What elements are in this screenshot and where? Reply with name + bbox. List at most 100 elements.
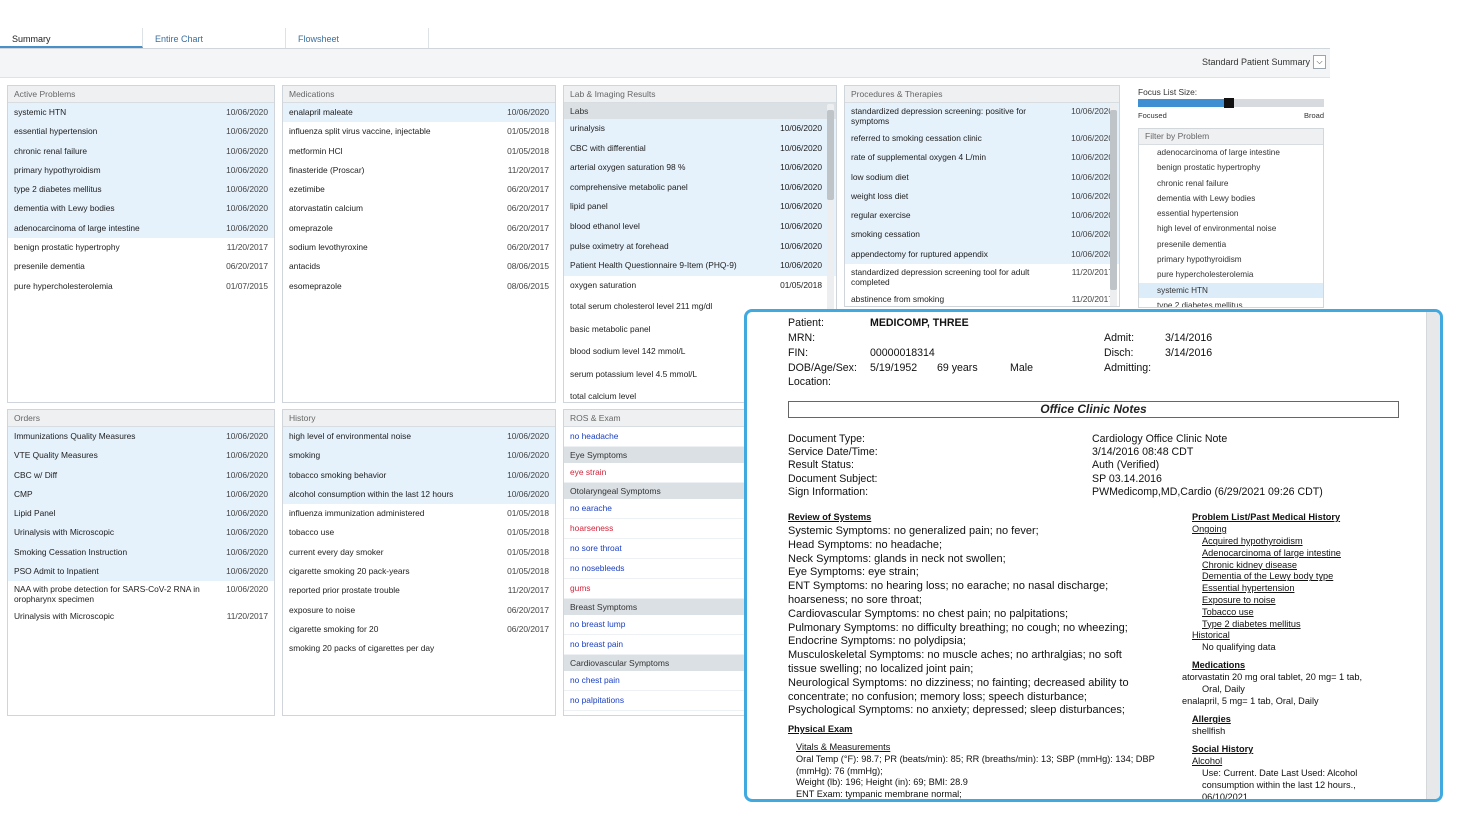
list-item[interactable]: PSO Admit to Inpatient 10/06/2020 xyxy=(8,562,274,582)
ros-finding[interactable]: no headache xyxy=(564,427,752,447)
filter-problem-item[interactable]: presenile dementia xyxy=(1139,237,1323,252)
chevron-down-icon[interactable]: ⌵ xyxy=(1313,55,1326,69)
list-item[interactable]: influenza immunization administered 01/05… xyxy=(283,504,555,523)
filter-problem-item[interactable]: primary hypothyroidism xyxy=(1139,252,1323,267)
list-item[interactable]: enalapril maleate 10/06/2020 xyxy=(283,103,555,123)
list-item[interactable]: abstinence from smoking 11/20/2017 xyxy=(845,290,1119,306)
list-item[interactable]: high level of environmental noise 10/06/2… xyxy=(283,427,555,447)
focus-slider[interactable] xyxy=(1138,98,1324,108)
ros-finding[interactable]: no breast pain xyxy=(564,635,752,655)
list-item[interactable]: urinalysis 10/06/2020 xyxy=(564,119,836,139)
ros-finding[interactable]: no nosebleeds xyxy=(564,559,752,579)
list-item[interactable]: exposure to noise 06/20/2017 xyxy=(283,601,555,620)
list-item[interactable]: Urinalysis with Microscopic 11/20/2017 xyxy=(8,607,274,626)
list-item[interactable]: comprehensive metabolic panel 10/06/2020 xyxy=(564,177,836,198)
filter-problem-item[interactable]: dementia with Lewy bodies xyxy=(1139,191,1323,206)
list-item[interactable]: arterial oxygen saturation 98 % 10/06/202… xyxy=(564,158,836,178)
list-item[interactable]: blood ethanol level 10/06/2020 xyxy=(564,216,836,237)
filter-problem-item[interactable]: pure hypercholesterolemia xyxy=(1139,267,1323,282)
tab-summary[interactable]: Summary xyxy=(0,28,143,48)
list-item[interactable]: CBC with differential 10/06/2020 xyxy=(564,138,836,159)
list-item[interactable]: ezetimibe 06/20/2017 xyxy=(283,180,555,199)
list-item[interactable]: type 2 diabetes mellitus 10/06/2020 xyxy=(8,180,274,200)
list-item[interactable]: VTE Quality Measures 10/06/2020 xyxy=(8,446,274,466)
list-item[interactable]: smoking 20 packs of cigarettes per day xyxy=(283,639,555,658)
list-item[interactable]: cigarette smoking for 20 06/20/2017 xyxy=(283,620,555,639)
list-item[interactable]: influenza split virus vaccine, injectabl… xyxy=(283,122,555,141)
list-item[interactable]: smoking 10/06/2020 xyxy=(283,446,555,466)
list-item[interactable]: metformin HCl 01/05/2018 xyxy=(283,142,555,161)
note-scrollbar[interactable] xyxy=(1426,312,1440,799)
list-item[interactable]: atorvastatin calcium 06/20/2017 xyxy=(283,199,555,218)
list-item[interactable]: finasteride (Proscar) 11/20/2017 xyxy=(283,161,555,180)
list-item[interactable]: dementia with Lewy bodies 10/06/2020 xyxy=(8,199,274,219)
list-item[interactable]: pure hypercholesterolemia 01/07/2015 xyxy=(8,277,274,296)
list-item[interactable]: adenocarcinoma of large intestine 10/06/2… xyxy=(8,218,274,239)
filter-problem-item[interactable]: benign prostatic hypertrophy xyxy=(1139,160,1323,175)
list-item[interactable]: Urinalysis with Microscopic 10/06/2020 xyxy=(8,523,274,543)
ros-finding[interactable]: eye strain xyxy=(564,463,752,483)
procedures-scrollbar-thumb[interactable] xyxy=(1110,110,1117,290)
list-item[interactable]: lipid panel 10/06/2020 xyxy=(564,197,836,217)
list-item[interactable]: standardized depression screening: posit… xyxy=(845,103,1119,129)
list-item[interactable]: antacids 08/06/2015 xyxy=(283,257,555,276)
item-name: presenile dementia xyxy=(14,261,85,272)
ros-section-header[interactable]: Otolaryngeal Symptoms xyxy=(564,483,752,499)
list-item[interactable]: referred to smoking cessation clinic 10/0… xyxy=(845,129,1119,149)
ros-finding[interactable]: no earache xyxy=(564,499,752,519)
list-item[interactable]: esomeprazole 08/06/2015 xyxy=(283,277,555,296)
focus-slider-thumb[interactable] xyxy=(1224,98,1235,108)
list-item[interactable]: current every day smoker 01/05/2018 xyxy=(283,543,555,562)
ros-finding[interactable]: no breast lump xyxy=(564,615,752,635)
ros-section-header[interactable]: Breast Symptoms xyxy=(564,599,752,615)
tab-flowsheet[interactable]: Flowsheet xyxy=(286,28,429,48)
list-item[interactable]: cigarette smoking 20 pack-years 01/05/201… xyxy=(283,562,555,581)
filter-problem-item[interactable]: adenocarcinoma of large intestine xyxy=(1139,145,1323,160)
list-item[interactable]: NAA with probe detection for SARS-CoV-2 … xyxy=(8,581,274,607)
ros-finding[interactable]: no palpitations xyxy=(564,691,752,711)
list-item[interactable]: regular exercise 10/06/2020 xyxy=(845,206,1119,226)
list-item[interactable]: reported prior prostate trouble 11/20/201… xyxy=(283,581,555,600)
list-item[interactable]: Smoking Cessation Instruction 10/06/2020 xyxy=(8,542,274,563)
list-item[interactable]: omeprazole 06/20/2017 xyxy=(283,219,555,238)
labs-scrollbar-thumb[interactable] xyxy=(827,110,834,200)
list-item[interactable]: rate of supplemental oxygen 4 L/min 10/06… xyxy=(845,148,1119,168)
view-select[interactable]: Standard Patient Summary xyxy=(1202,57,1310,67)
list-item[interactable]: weight loss diet 10/06/2020 xyxy=(845,186,1119,207)
list-item[interactable]: tobacco use 01/05/2018 xyxy=(283,523,555,542)
list-item[interactable]: Immunizations Quality Measures 10/06/2020 xyxy=(8,427,274,447)
list-item[interactable]: standardized depression screening tool f… xyxy=(845,264,1119,290)
tab-entire-chart[interactable]: Entire Chart xyxy=(143,28,286,48)
list-item[interactable]: CBC w/ Diff 10/06/2020 xyxy=(8,465,274,485)
vitals-line: (mmHg): 76 (mmHg); xyxy=(796,765,883,776)
filter-problem-item[interactable]: essential hypertension xyxy=(1139,206,1323,221)
list-item[interactable]: presenile dementia 06/20/2017 xyxy=(8,257,274,276)
list-item[interactable]: low sodium diet 10/06/2020 xyxy=(845,167,1119,187)
filter-problem-item[interactable]: high level of environmental noise xyxy=(1139,221,1323,236)
list-item[interactable]: chronic renal failure 10/06/2020 xyxy=(8,141,274,161)
list-item[interactable]: appendectomy for ruptured appendix 10/06/… xyxy=(845,244,1119,265)
filter-problem-item[interactable]: type 2 diabetes mellitus xyxy=(1139,298,1323,307)
list-item[interactable]: CMP 10/06/2020 xyxy=(8,484,274,505)
ros-section-header[interactable]: Eye Symptoms xyxy=(564,447,752,463)
list-item[interactable]: primary hypothyroidism 10/06/2020 xyxy=(8,160,274,181)
list-item[interactable]: systemic HTN 10/06/2020 xyxy=(8,103,274,123)
ros-finding[interactable]: no chest pain xyxy=(564,671,752,691)
list-item[interactable]: Lipid Panel 10/06/2020 xyxy=(8,504,274,524)
filter-problem-item[interactable]: chronic renal failure xyxy=(1139,176,1323,191)
ros-finding[interactable]: no sore throat xyxy=(564,539,752,559)
list-item[interactable]: alcohol consumption within the last 12 h… xyxy=(283,484,555,505)
list-item[interactable]: Patient Health Questionnaire 9-Item (PHQ… xyxy=(564,256,836,276)
list-item[interactable]: pulse oximetry at forehead 10/06/2020 xyxy=(564,236,836,257)
ros-finding[interactable]: gums xyxy=(564,579,752,599)
list-item[interactable]: smoking cessation 10/06/2020 xyxy=(845,225,1119,245)
list-item[interactable]: oxygen saturation 01/05/2018 xyxy=(564,276,836,296)
list-item[interactable]: tobacco smoking behavior 10/06/2020 xyxy=(283,465,555,485)
list-item[interactable]: benign prostatic hypertrophy 11/20/2017 xyxy=(8,238,274,257)
procedures-scroll-track[interactable] xyxy=(1110,104,1117,306)
filter-problem-item[interactable]: systemic HTN xyxy=(1139,282,1323,298)
list-item[interactable]: sodium levothyroxine 06/20/2017 xyxy=(283,238,555,257)
ros-finding[interactable]: hoarseness xyxy=(564,519,752,539)
ros-section-header[interactable]: Cardiovascular Symptoms xyxy=(564,655,752,671)
list-item[interactable]: essential hypertension 10/06/2020 xyxy=(8,122,274,142)
